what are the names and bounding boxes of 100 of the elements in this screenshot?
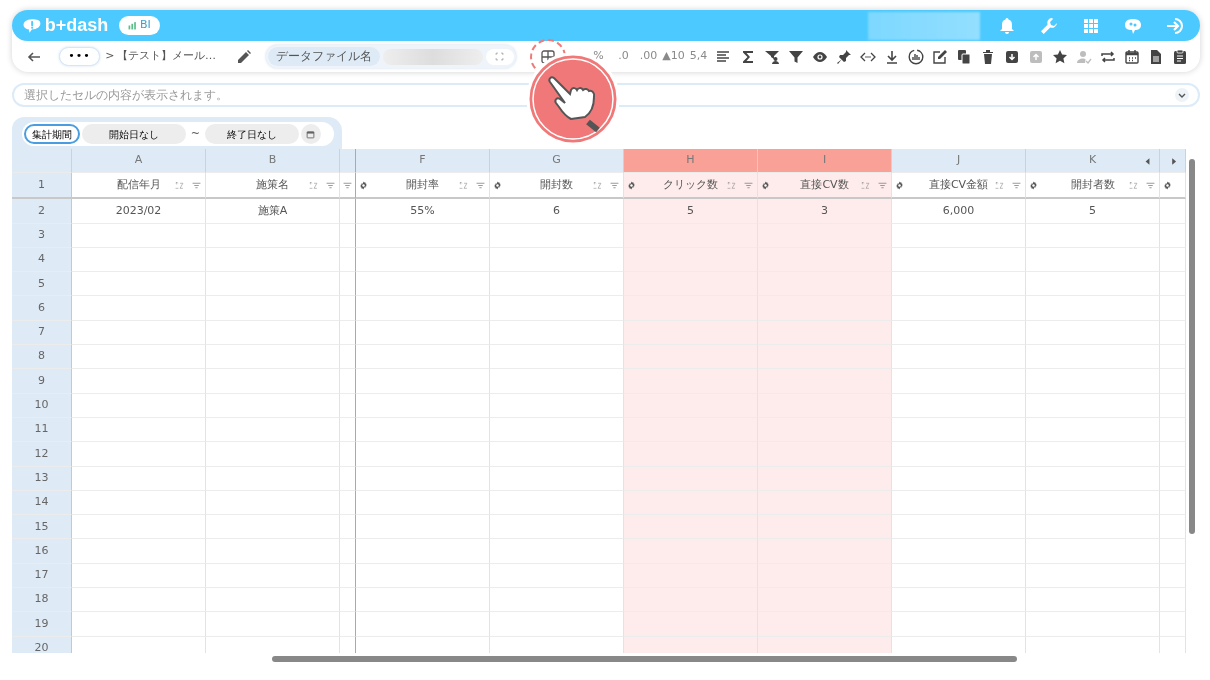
more-button[interactable]: ••• xyxy=(59,47,100,66)
row-number: 4 xyxy=(12,247,72,273)
table-cell[interactable] xyxy=(340,223,356,248)
table-cell[interactable]: 6,000 xyxy=(892,199,1026,224)
period-label[interactable]: 集計期間 xyxy=(24,124,80,144)
row-number: 8 xyxy=(12,345,72,370)
download-icon[interactable] xyxy=(884,48,900,65)
star-icon[interactable] xyxy=(1052,48,1068,65)
row-number: 17 xyxy=(12,563,72,589)
gear-icon[interactable] xyxy=(1029,181,1038,191)
table-cell[interactable] xyxy=(340,515,356,540)
sigma-icon[interactable] xyxy=(740,48,756,65)
formula-bar[interactable]: 選択したセルの内容が表示されます。 xyxy=(12,83,1200,107)
column-name: 直接CV金額 xyxy=(928,177,989,194)
table-cell[interactable]: 2023/02 xyxy=(72,199,206,224)
sort-icon[interactable] xyxy=(593,181,602,191)
table-cell[interactable] xyxy=(340,272,356,297)
trash-icon[interactable] xyxy=(980,48,996,65)
table-cell[interactable] xyxy=(340,442,356,467)
table-cell[interactable]: 55% xyxy=(356,199,490,224)
expand-icon xyxy=(495,52,505,61)
breadcrumb-separator: > xyxy=(105,48,115,65)
table-cell[interactable] xyxy=(340,393,356,418)
column-name: 開封数 xyxy=(540,177,573,194)
sort-icon[interactable] xyxy=(309,181,318,191)
calendar-icon[interactable] xyxy=(1124,48,1140,65)
column-header[interactable]: I xyxy=(758,149,892,174)
table-cell[interactable] xyxy=(340,369,356,394)
row-number: 7 xyxy=(12,320,72,346)
gear-icon[interactable] xyxy=(1163,181,1172,191)
filter-user-icon[interactable] xyxy=(764,48,780,65)
gear-icon[interactable] xyxy=(493,181,502,191)
sort-icon[interactable] xyxy=(727,181,736,191)
calendar-button[interactable] xyxy=(300,124,321,144)
sort-icon[interactable] xyxy=(1129,181,1138,191)
gear-icon[interactable] xyxy=(895,181,904,191)
table-cell[interactable] xyxy=(340,588,356,613)
table-cell[interactable]: 3 xyxy=(758,199,892,224)
row-number: 1 xyxy=(12,173,72,200)
sort-icon[interactable] xyxy=(459,181,468,191)
row-number: 13 xyxy=(12,466,72,491)
column-header[interactable] xyxy=(1160,149,1186,174)
row-number: 12 xyxy=(12,442,72,467)
row-number: 18 xyxy=(12,588,72,613)
chart-circle-icon[interactable] xyxy=(908,48,924,65)
table-cell[interactable] xyxy=(340,539,356,564)
row-number: 14 xyxy=(12,490,72,516)
gear-icon[interactable] xyxy=(359,181,368,191)
end-date-field[interactable]: 終了日なし xyxy=(204,124,299,144)
column-name: 配信年月 xyxy=(116,177,161,194)
column-header[interactable]: A xyxy=(72,149,206,174)
formula-field[interactable]: 選択したセルの内容が表示されます。 xyxy=(22,85,1174,105)
column-name: 直接CV数 xyxy=(800,177,849,194)
column-header[interactable]: H xyxy=(624,149,758,174)
data-file-label: データファイル名 xyxy=(268,46,381,67)
right-arrow-icon[interactable] xyxy=(1169,157,1178,166)
table-cell[interactable] xyxy=(340,466,356,491)
archive-down-icon[interactable] xyxy=(1004,48,1020,65)
column-header[interactable] xyxy=(340,149,356,174)
column-header[interactable]: K xyxy=(1026,149,1160,174)
file-icon[interactable] xyxy=(1148,48,1164,65)
column-name: クリック数 xyxy=(663,177,718,194)
table-cell[interactable]: 5 xyxy=(624,199,758,224)
column-header[interactable]: F xyxy=(356,149,490,174)
column-header[interactable]: B xyxy=(206,149,340,174)
table-cell[interactable] xyxy=(340,612,356,637)
sort-icon[interactable] xyxy=(175,181,184,191)
bi-badge[interactable]: BI xyxy=(119,16,160,35)
sort-icon[interactable] xyxy=(995,181,1004,191)
start-date-field[interactable]: 開始日なし xyxy=(82,124,186,144)
column-header[interactable]: G xyxy=(490,149,624,174)
table-cell[interactable]: 施策A xyxy=(206,199,340,224)
align-left-icon[interactable] xyxy=(715,48,732,65)
filter-icon[interactable] xyxy=(788,48,804,65)
gear-icon[interactable] xyxy=(761,181,770,191)
pin-icon[interactable] xyxy=(836,48,852,65)
table-cell[interactable] xyxy=(340,417,356,443)
gear-icon[interactable] xyxy=(627,181,636,191)
table-cell[interactable] xyxy=(340,247,356,273)
table-cell[interactable] xyxy=(340,563,356,589)
table-cell[interactable] xyxy=(340,296,356,321)
edit-icon[interactable] xyxy=(932,48,948,65)
wrench-icon[interactable] xyxy=(1038,15,1059,36)
chevron-down-icon[interactable] xyxy=(1174,87,1190,103)
copy-icon[interactable] xyxy=(956,48,972,65)
column-name: 開封率 xyxy=(406,177,439,194)
table-cell[interactable] xyxy=(340,490,356,516)
fullscreen-button[interactable] xyxy=(485,48,514,65)
sort-icon[interactable] xyxy=(861,181,870,191)
table-cell[interactable] xyxy=(340,345,356,370)
clipboard-icon[interactable] xyxy=(1172,48,1188,65)
row-number: 9 xyxy=(12,369,72,394)
table-cell[interactable] xyxy=(340,320,356,346)
column-header[interactable]: J xyxy=(892,149,1026,174)
pencil-icon[interactable] xyxy=(236,48,253,65)
table-cell[interactable]: 5 xyxy=(1026,199,1160,224)
left-arrow-icon[interactable] xyxy=(1143,157,1152,166)
logout-icon[interactable] xyxy=(1164,15,1185,36)
repeat-icon[interactable] xyxy=(1100,48,1116,65)
table-cell[interactable] xyxy=(340,199,356,224)
